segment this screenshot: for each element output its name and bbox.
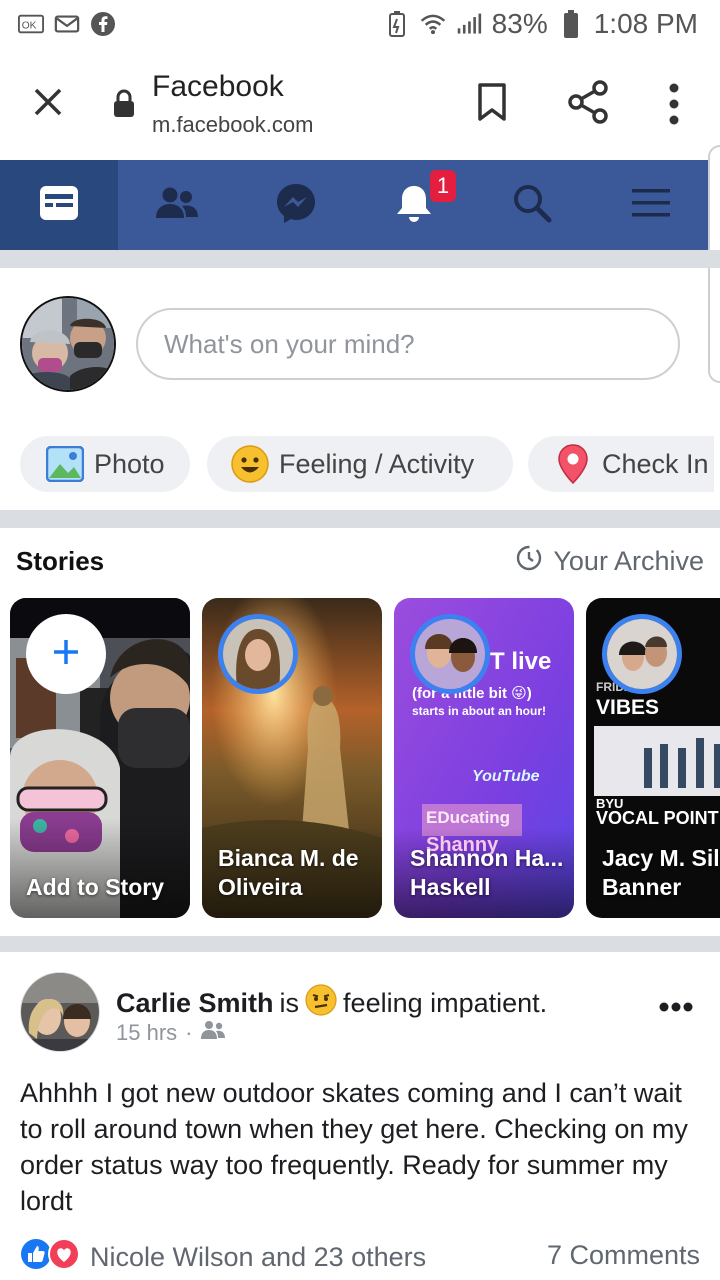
post-is-text: is [279,988,300,1018]
tab-messenger[interactable] [237,160,355,250]
location-pin-icon [554,444,592,484]
browser-toolbar: Facebook m.facebook.com [0,48,720,160]
close-icon[interactable] [30,84,66,120]
archive-clock-icon [515,544,543,579]
mail-icon [54,12,80,36]
news-feed-icon [39,185,79,226]
story-text-live: T live [490,648,552,675]
story-name: Shannon Ha... Haskell [410,845,564,900]
feeling-activity-button[interactable]: Feeling / Activity [207,436,513,492]
feeling-label: Feeling / Activity [279,448,475,479]
more-vertical-icon[interactable] [664,82,684,126]
svg-text:OK: OK [22,21,37,32]
post-meta: 15 hrs · [116,1020,226,1046]
facebook-nav-bar: 1 [0,160,710,250]
photo-label: Photo [94,448,165,479]
reactions-summary[interactable]: Nicole Wilson and 23 others [20,1238,426,1277]
smiley-icon [231,445,269,483]
check-in-label: Check In [602,448,709,479]
friends-icon [155,186,199,225]
story-name: Add to Story [26,874,164,900]
post-author-avatar[interactable] [20,972,100,1052]
signal-icon [456,12,482,36]
post-author-name[interactable]: Carlie Smith [116,988,274,1019]
post-feeling: feeling impatient. [343,988,548,1018]
check-in-button[interactable]: Check In [528,436,714,492]
vpn-icon: OK [18,12,44,36]
love-reaction-icon [48,1238,80,1277]
bell-icon [395,183,433,228]
tab-menu[interactable] [592,160,710,250]
battery-saver-icon [384,11,410,37]
story-name: Jacy M. Sil Banner [602,845,720,900]
clock: 1:08 PM [593,8,698,39]
wifi-icon [420,12,446,36]
story-card[interactable]: T live (for a little bit 😜) starts in ab… [394,598,574,918]
story-text-starts: starts in about an hour! [412,704,547,718]
photo-button[interactable]: Photo [20,436,190,492]
status-composer-input[interactable]: What's on your mind? [136,308,680,380]
facebook-icon [90,12,116,36]
story-avatar [602,614,682,694]
story-card-add[interactable]: Add to Story [10,598,190,918]
stories-heading: Stories [16,546,105,576]
page-title: Facebook [152,70,284,103]
post-options-icon[interactable] [658,1000,694,1012]
add-story-button[interactable] [26,614,106,694]
your-archive-link[interactable]: Your Archive [515,544,704,579]
status-bar: OK 83% 1:08 PM [0,0,720,48]
messenger-icon [275,182,317,229]
bookmark-icon[interactable] [476,82,508,122]
hamburger-menu-icon [631,186,671,225]
reactions-text: Nicole Wilson and 23 others [90,1242,427,1272]
notification-badge: 1 [430,170,456,202]
story-text-educating: EDucating [426,808,511,827]
tab-news-feed[interactable] [0,160,119,250]
friends-audience-icon [200,1020,226,1046]
post-body: Ahhhh I got new outdoor skates coming an… [20,1078,688,1216]
user-avatar[interactable] [20,296,116,392]
tab-search[interactable] [473,160,591,250]
impatient-emoji-icon [305,984,337,1023]
lock-icon [112,88,136,118]
separator-dot: · [185,1020,193,1045]
story-card[interactable]: Bianca M. de Oliveira [202,598,382,918]
post-header: Carlie Smith is feeling impatient. [116,984,547,1023]
story-avatar [410,614,490,694]
archive-label: Your Archive [553,546,704,576]
story-text-vocal: VOCAL POINT [596,808,719,828]
divider [0,510,720,528]
plus-icon [51,637,81,672]
story-card[interactable]: FRIDAY VIBES BYU VOCAL POINT Jacy M. Sil… [586,598,720,918]
url-text[interactable]: m.facebook.com [152,112,313,138]
search-icon [512,183,552,228]
tab-friends[interactable] [118,160,236,250]
story-text-vibes: VIBES [596,696,660,719]
photo-icon [46,445,84,483]
divider [0,250,720,268]
story-name: Bianca M. de Oliveira [218,845,359,900]
divider [0,936,720,952]
post-timestamp[interactable]: 15 hrs [116,1020,177,1046]
story-text-youtube: YouTube [472,768,540,785]
comments-count-link[interactable]: 7 Comments [547,1240,700,1271]
battery-icon [558,10,584,38]
share-icon[interactable] [568,80,608,124]
story-avatar [218,614,298,694]
battery-percent: 83% [491,8,548,39]
